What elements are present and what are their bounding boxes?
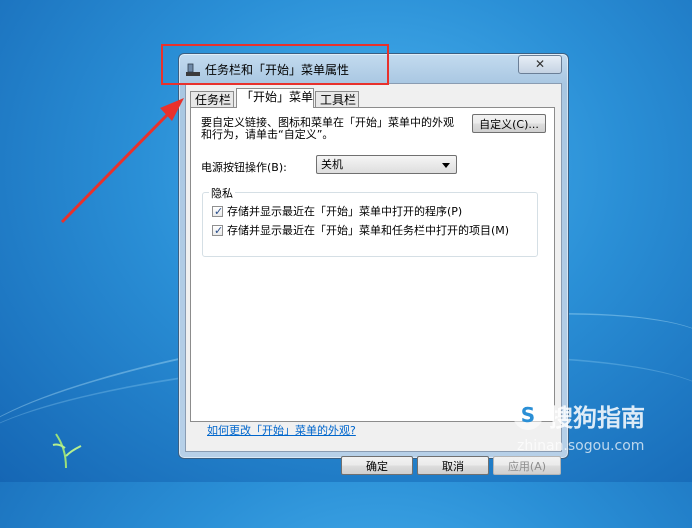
watermark-url: zhinan.sogou.com — [517, 438, 645, 454]
sogou-logo-icon: S — [513, 400, 543, 430]
tab-start-menu[interactable]: 「开始」菜单 — [236, 88, 314, 108]
watermark-brand: 搜狗指南 — [549, 404, 645, 432]
